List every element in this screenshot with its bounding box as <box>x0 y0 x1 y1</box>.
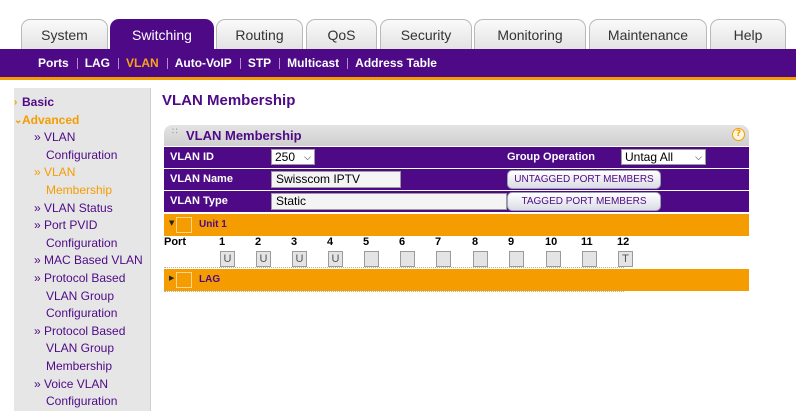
chevron-right-icon: › <box>14 97 18 108</box>
port-grid: Port 1 2 3 4 5 6 7 8 9 10 11 12 U U U U … <box>164 236 633 270</box>
unit-label: Unit 1 <box>199 219 227 230</box>
port-cell[interactable] <box>546 251 561 267</box>
port-number: 10 <box>545 236 558 248</box>
chevron-down-icon: ⌵ <box>304 152 311 162</box>
port-cell[interactable]: U <box>292 251 307 267</box>
subnav-multicast[interactable]: Multicast <box>279 56 347 70</box>
sidebar-item-vlan-membership[interactable]: » VLAN Membership <box>14 164 150 199</box>
expand-triangle-icon: ▼ <box>169 219 175 227</box>
port-cell[interactable]: U <box>220 251 235 267</box>
port-cell[interactable] <box>436 251 451 267</box>
sidebar-item-mac-based-vlan[interactable]: » MAC Based VLAN <box>14 252 150 270</box>
vlan-name-label: VLAN Name <box>170 173 233 185</box>
tab-security[interactable]: Security <box>380 19 472 49</box>
panel-title: VLAN Membership <box>186 128 302 143</box>
row-vlan-type: VLAN Type Static TAGGED PORT MEMBERS <box>164 190 749 212</box>
sub-navigation: Ports LAG VLAN Auto-VoIP STP Multicast A… <box>0 49 796 77</box>
port-number: 5 <box>363 236 370 248</box>
tab-help[interactable]: Help <box>710 19 786 49</box>
port-cell[interactable]: U <box>328 251 343 267</box>
tab-system[interactable]: System <box>21 19 108 49</box>
port-cell[interactable]: T <box>618 251 633 267</box>
row-vlan-id: VLAN ID 250 ⌵ Group Operation Untag All ⌵ <box>164 146 749 168</box>
vlan-membership-panel: ∷ VLAN Membership ? VLAN ID 250 ⌵ Group O… <box>164 125 749 212</box>
sidebar-item-port-pvid[interactable]: » Port PVID Configuration <box>14 217 150 252</box>
group-operation-select[interactable]: Untag All ⌵ <box>621 149 706 165</box>
port-number: 1 <box>219 236 226 248</box>
port-number: 12 <box>617 236 630 248</box>
help-icon[interactable]: ? <box>732 128 745 141</box>
subnav-address-table[interactable]: Address Table <box>347 56 445 70</box>
top-tabs: System Switching Routing QoS Security Mo… <box>0 19 796 50</box>
lag-label: LAG <box>199 274 221 285</box>
port-number: 11 <box>581 236 593 248</box>
port-cell[interactable] <box>582 251 597 267</box>
chevron-down-icon: ⌄ <box>14 114 23 126</box>
vlan-name-input[interactable]: Swisscom IPTV <box>271 171 401 188</box>
port-number: 8 <box>472 236 479 248</box>
sidebar-item-voice-vlan[interactable]: » Voice VLAN Configuration <box>14 376 150 411</box>
port-number: 6 <box>399 236 406 248</box>
sidebar-item-vlan-status[interactable]: » VLAN Status <box>14 200 150 218</box>
port-cell[interactable] <box>509 251 524 267</box>
orange-divider <box>0 77 796 80</box>
lag-bar[interactable]: ▶ LAG <box>164 269 749 291</box>
tab-routing[interactable]: Routing <box>216 19 303 49</box>
port-cell[interactable] <box>473 251 488 267</box>
port-number: 4 <box>327 236 334 248</box>
tab-maintenance[interactable]: Maintenance <box>589 19 707 49</box>
sidebar: › Basic ⌄ Advanced » VLAN Configuration » V… <box>14 88 151 411</box>
collapsed-triangle-icon: ▶ <box>169 274 175 282</box>
subnav-lag[interactable]: LAG <box>76 56 118 70</box>
top-navigation: System Switching Routing QoS Security Mo… <box>0 0 796 50</box>
divider <box>164 291 624 292</box>
group-operation-label: Group Operation <box>507 151 595 163</box>
divider <box>164 267 624 268</box>
panel-header: ∷ VLAN Membership ? <box>164 125 749 146</box>
chevron-down-icon: ⌵ <box>695 152 702 162</box>
subnav-ports[interactable]: Ports <box>30 56 77 70</box>
vlan-id-select[interactable]: 250 ⌵ <box>271 149 315 165</box>
vlan-id-label: VLAN ID <box>170 151 214 163</box>
toggle-icon[interactable] <box>176 217 192 233</box>
port-number: 9 <box>508 236 515 248</box>
unit-1-bar[interactable]: ▼ Unit 1 <box>164 214 749 236</box>
tab-switching[interactable]: Switching <box>110 19 214 50</box>
tab-qos[interactable]: QoS <box>306 19 377 49</box>
tab-monitoring[interactable]: Monitoring <box>474 19 586 49</box>
grip-icon: ∷ <box>172 127 179 137</box>
toggle-icon[interactable] <box>176 272 192 288</box>
port-number: 7 <box>435 236 442 248</box>
vlan-type-value: Static <box>271 193 507 210</box>
subnav-stp[interactable]: STP <box>239 56 279 70</box>
row-vlan-name: VLAN Name Swisscom IPTV UNTAGGED PORT ME… <box>164 168 749 190</box>
sidebar-item-protocol-group-membership[interactable]: » Protocol Based VLAN Group Membership <box>14 323 150 376</box>
port-cell[interactable] <box>364 251 379 267</box>
vlan-type-label: VLAN Type <box>170 195 228 207</box>
port-cell[interactable]: U <box>256 251 271 267</box>
subnav-vlan[interactable]: VLAN <box>118 56 167 70</box>
sidebar-basic[interactable]: › Basic <box>14 94 150 112</box>
untagged-port-members-button[interactable]: UNTAGGED PORT MEMBERS <box>507 170 661 189</box>
sidebar-item-protocol-group-config[interactable]: » Protocol Based VLAN Group Configuration <box>14 270 150 323</box>
sidebar-item-vlan-configuration[interactable]: » VLAN Configuration <box>14 129 150 164</box>
page-title: VLAN Membership <box>162 92 296 109</box>
port-cell[interactable] <box>400 251 415 267</box>
port-number: 2 <box>255 236 262 248</box>
port-label: Port <box>164 236 186 248</box>
sidebar-advanced[interactable]: ⌄ Advanced <box>14 112 150 130</box>
subnav-auto-voip[interactable]: Auto-VoIP <box>166 56 240 70</box>
port-number: 3 <box>291 236 298 248</box>
tagged-port-members-button[interactable]: TAGGED PORT MEMBERS <box>507 192 661 211</box>
